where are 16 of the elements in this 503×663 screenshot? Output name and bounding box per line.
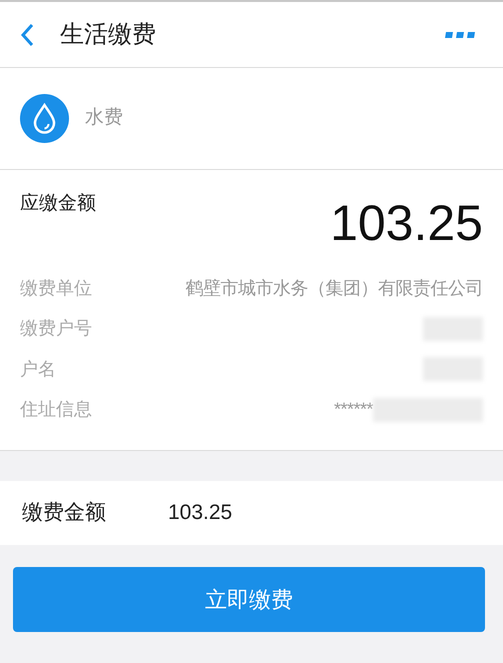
pay-now-button[interactable]: 立即缴费 bbox=[13, 567, 485, 632]
page-title: 生活缴费 bbox=[60, 20, 156, 50]
amount-due-label: 应缴金额 bbox=[20, 192, 96, 216]
more-icon bbox=[445, 32, 475, 38]
detail-label: 缴费户号 bbox=[20, 317, 93, 340]
detail-label: 住址信息 bbox=[20, 398, 93, 422]
payment-amount-value: 103.25 bbox=[168, 500, 232, 526]
service-name: 水费 bbox=[85, 106, 123, 130]
water-drop-icon bbox=[20, 94, 69, 143]
detail-label: 缴费单位 bbox=[20, 276, 93, 300]
detail-value: 鹤壁市城市水务（集团）有限责任公司 bbox=[186, 276, 483, 300]
amount-due-value: 103.25 bbox=[330, 198, 483, 248]
payment-amount-label: 缴费金额 bbox=[22, 500, 107, 526]
detail-label: 户名 bbox=[20, 358, 57, 381]
back-icon bbox=[20, 22, 34, 46]
detail-value: ****** bbox=[334, 398, 373, 422]
